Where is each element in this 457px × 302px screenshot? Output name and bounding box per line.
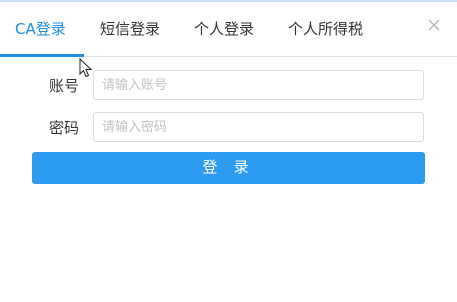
login-button[interactable]: 登 录 [32,152,425,184]
mouse-pointer-icon [79,57,93,80]
active-tab-indicator [0,54,84,57]
account-input[interactable] [93,70,424,100]
tab-ca-login[interactable]: CA登录 [15,18,66,40]
tab-personal-login[interactable]: 个人登录 [194,18,254,40]
close-icon[interactable] [426,17,442,33]
account-label: 账号 [49,77,80,95]
password-input[interactable] [93,112,424,142]
login-tab-bar: CA登录 短信登录 个人登录 个人所得税 [0,2,457,57]
tab-personal-income-tax[interactable]: 个人所得税 [288,18,363,40]
tab-sms-login[interactable]: 短信登录 [100,18,160,40]
password-label: 密码 [49,119,80,137]
